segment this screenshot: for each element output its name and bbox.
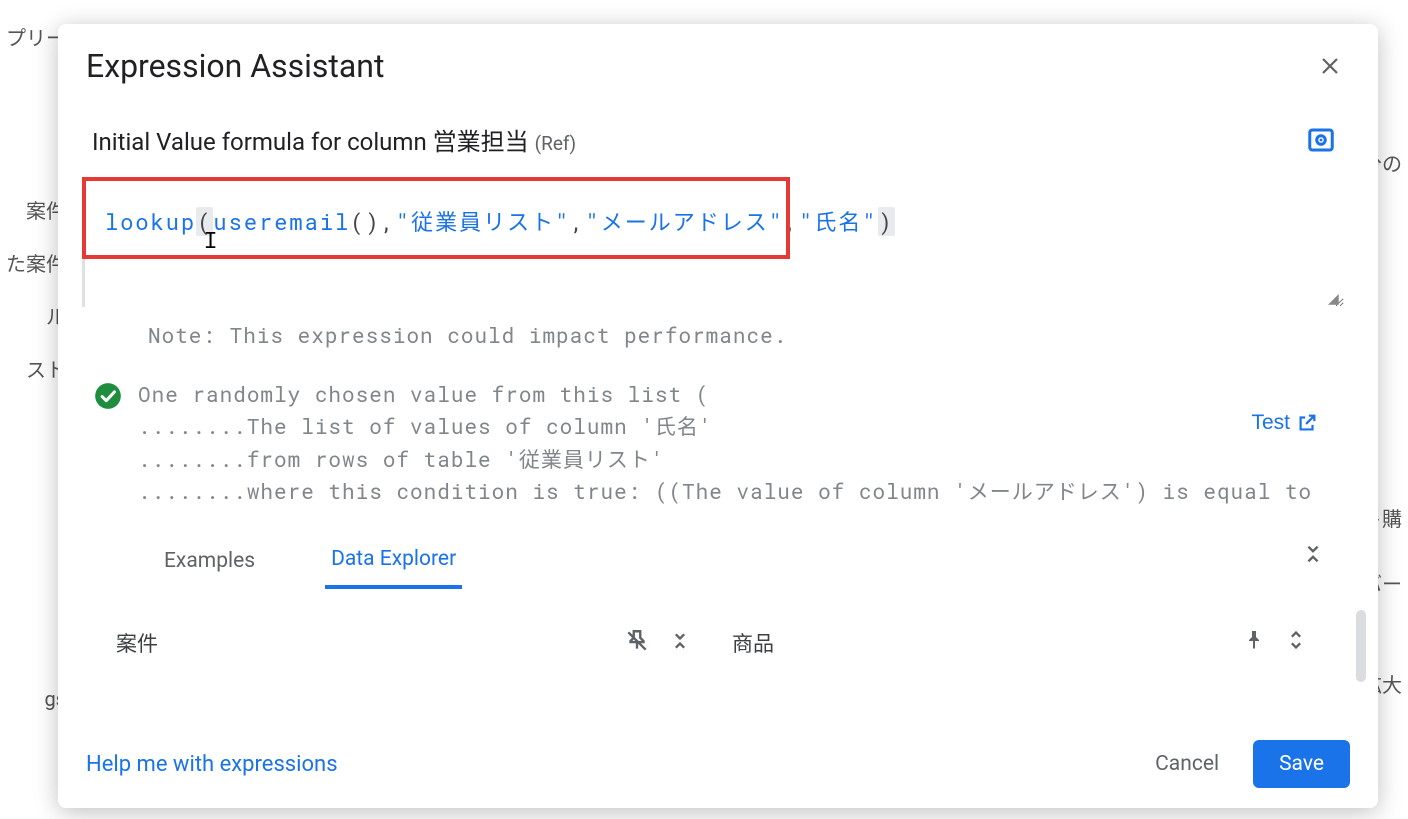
modal-subheader: Initial Value formula for column 営業担当 (R…	[58, 94, 1378, 161]
tab-examples[interactable]: Examples	[158, 541, 261, 587]
pin-button[interactable]	[1242, 628, 1266, 652]
help-link[interactable]: Help me with expressions	[86, 752, 338, 777]
unfold-less-icon	[670, 629, 690, 653]
expression-editor-wrap: lookup(useremail(),"従業員リスト","メールアドレス","氏…	[82, 177, 1344, 307]
text-cursor-icon: I	[204, 225, 217, 254]
test-button[interactable]: Test	[1251, 407, 1318, 440]
data-explorer-table-2[interactable]: 商品	[718, 618, 1334, 718]
unfold-more-icon	[1286, 628, 1306, 652]
formula-context-label: Initial Value formula for column 営業担当 (R…	[92, 122, 576, 157]
pin-off-icon	[624, 628, 650, 654]
validation-panel: Note: This expression could impact perfo…	[94, 319, 1318, 519]
expand-button[interactable]	[1286, 628, 1306, 652]
check-circle-icon	[94, 382, 122, 410]
pin-icon	[1242, 628, 1266, 652]
data-explorer-panel: 案件 商品	[58, 589, 1378, 728]
unfold-less-icon	[1302, 541, 1324, 567]
close-button[interactable]	[1310, 46, 1350, 86]
collapse-tabs-button[interactable]	[1302, 541, 1324, 567]
modal-title: Expression Assistant	[86, 47, 384, 85]
tab-data-explorer[interactable]: Data Explorer	[325, 539, 462, 589]
preview-toggle-button[interactable]	[1306, 125, 1336, 155]
cancel-button[interactable]: Cancel	[1145, 744, 1229, 784]
scrollbar[interactable]	[1356, 610, 1366, 682]
performance-note: Note: This expression could impact perfo…	[94, 319, 1318, 352]
close-icon	[1318, 54, 1342, 78]
expression-assistant-modal: Expression Assistant Initial Value formu…	[58, 24, 1378, 808]
helper-tabs: Examples Data Explorer	[58, 539, 1378, 589]
table-name: 案件	[116, 628, 158, 658]
data-explorer-table-1[interactable]: 案件	[102, 618, 718, 718]
table-name: 商品	[732, 628, 774, 658]
open-in-new-icon	[1296, 412, 1318, 434]
visibility-icon	[1306, 125, 1336, 155]
expand-button[interactable]	[670, 629, 690, 653]
expression-input[interactable]: lookup(useremail(),"従業員リスト","メールアドレス","氏…	[82, 177, 1344, 307]
modal-footer: Help me with expressions Cancel Save	[58, 728, 1378, 808]
save-button[interactable]: Save	[1253, 740, 1350, 788]
modal-header: Expression Assistant	[58, 24, 1378, 94]
validation-description: One randomly chosen value from this list…	[138, 378, 1312, 508]
pin-off-button[interactable]	[624, 628, 650, 654]
